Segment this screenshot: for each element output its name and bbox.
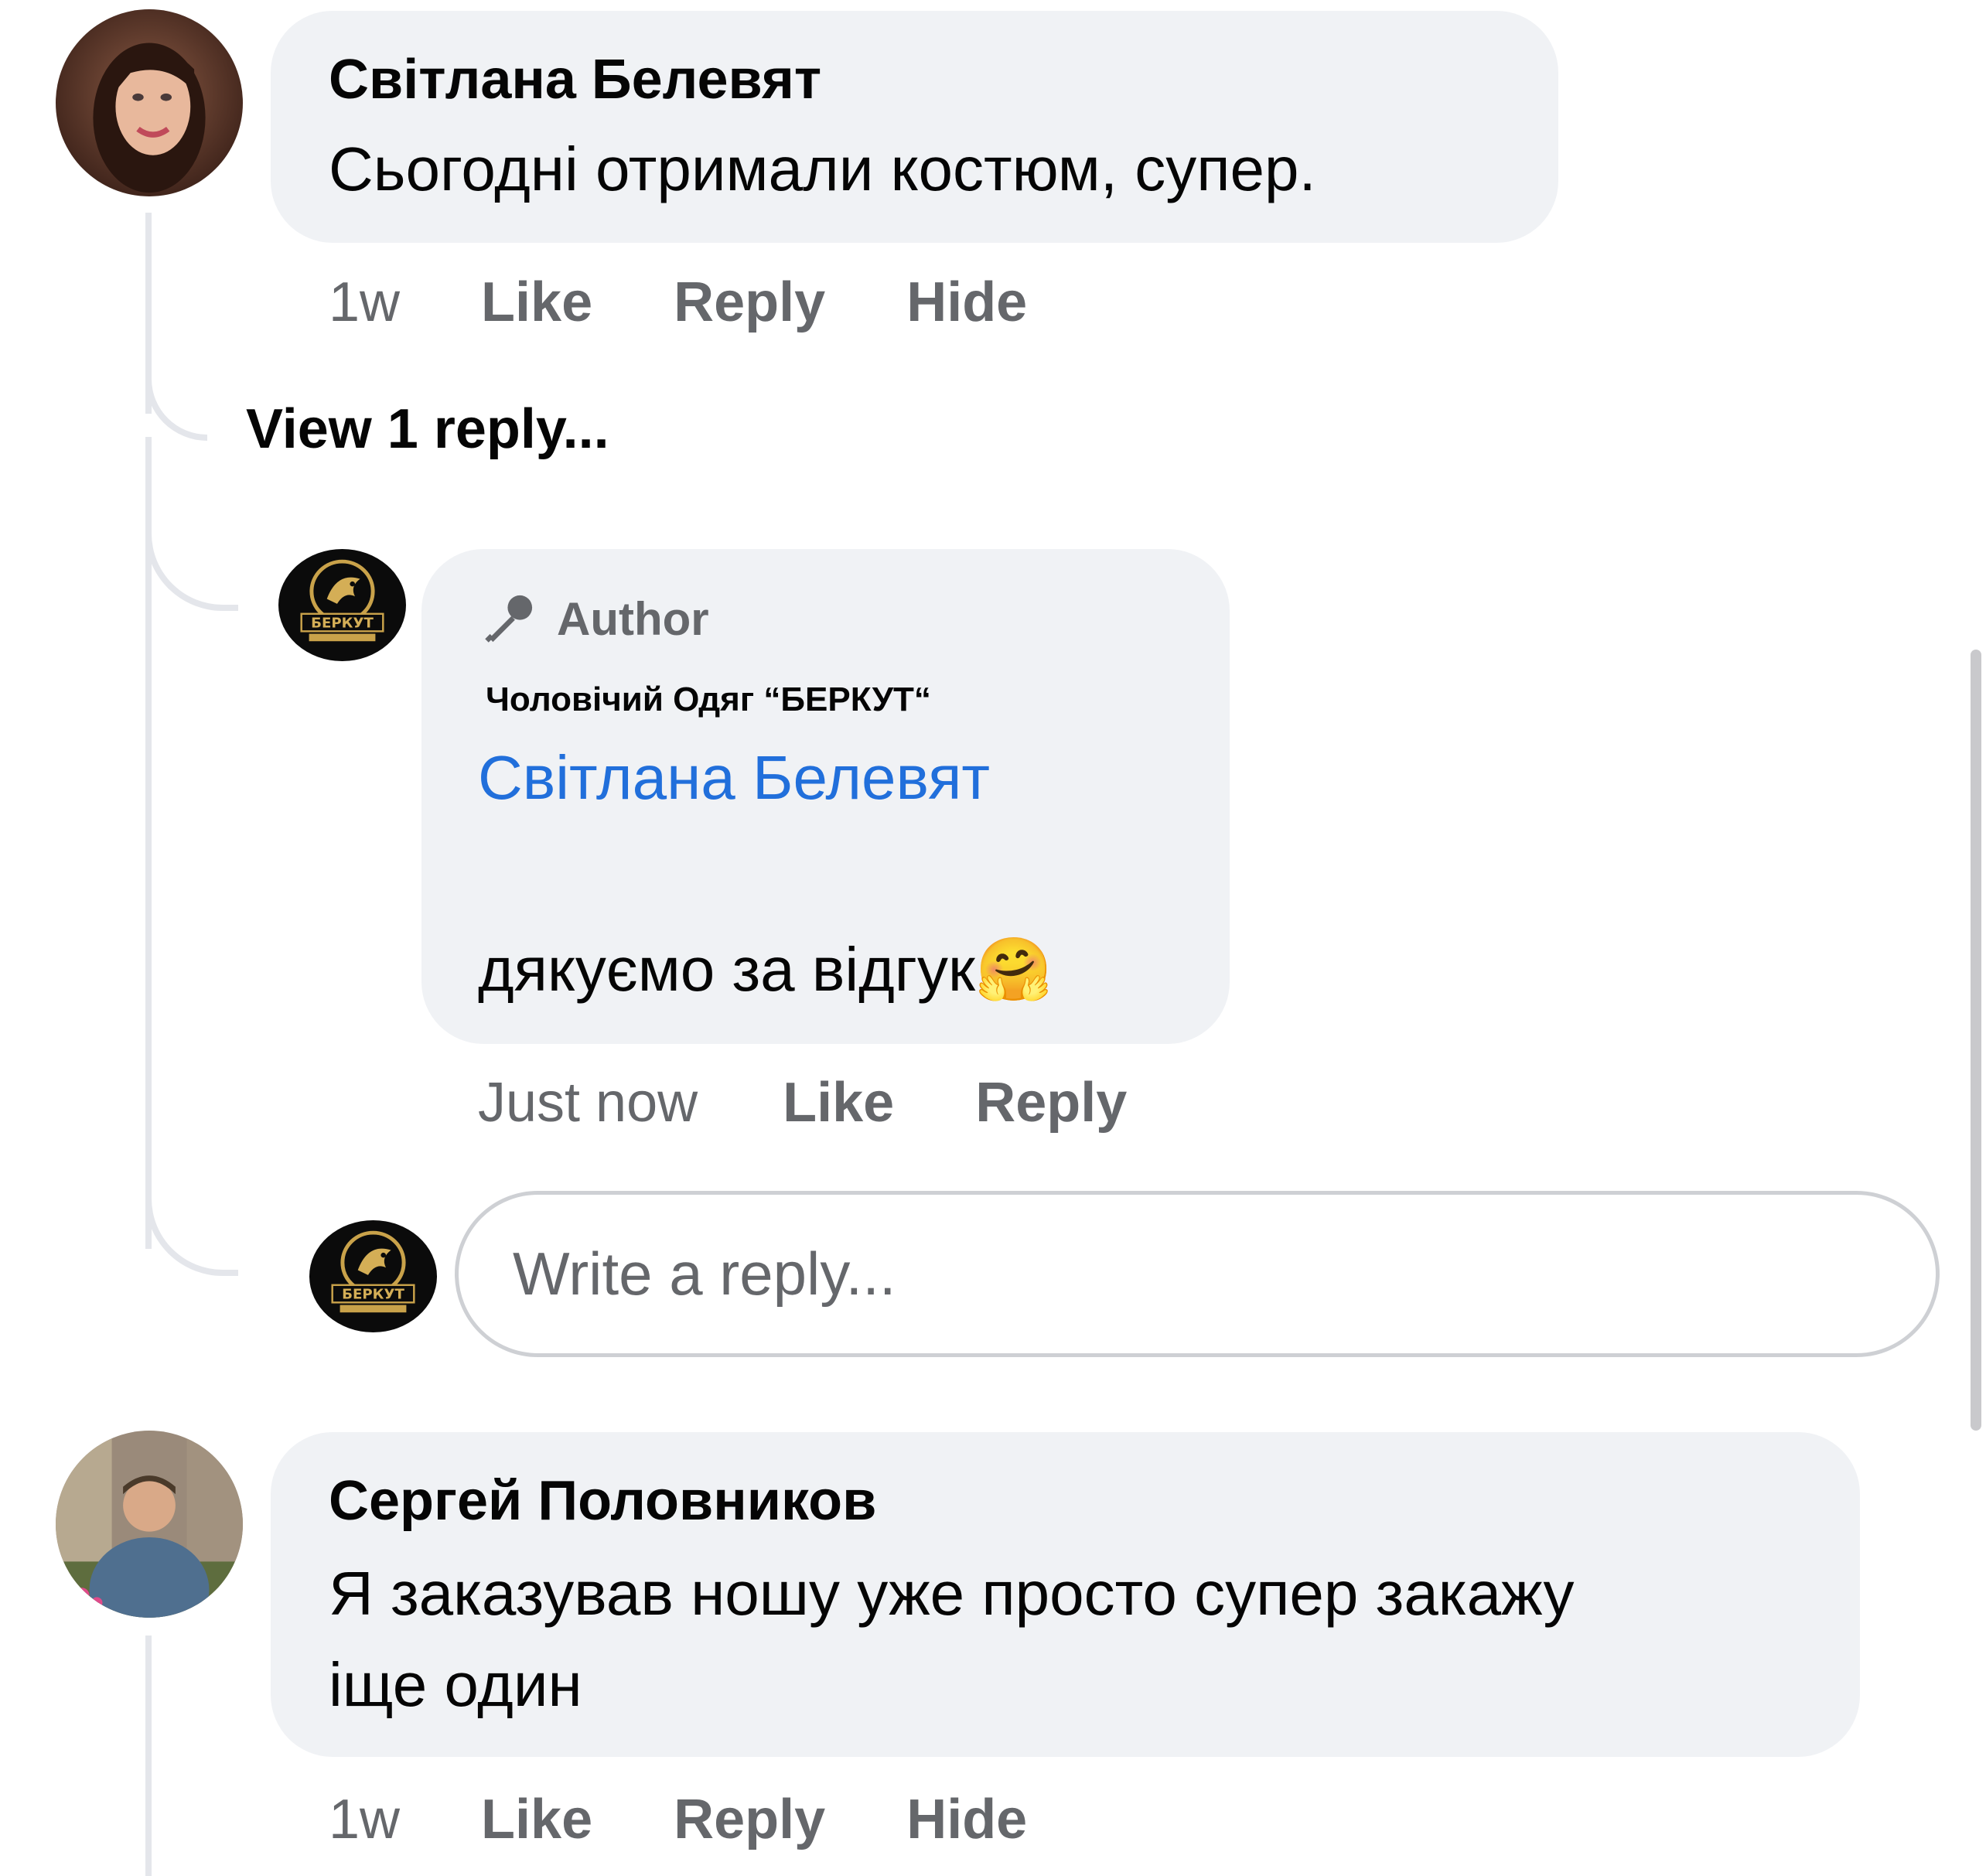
reply-time[interactable]: Just now [478, 1071, 698, 1134]
avatar[interactable] [56, 9, 243, 196]
like-button[interactable]: Like [783, 1071, 894, 1134]
reply-button[interactable]: Reply [674, 271, 825, 334]
reply-actions: Just now Like Reply [478, 1071, 1127, 1134]
reply-button[interactable]: Reply [674, 1788, 825, 1851]
reply-text-body: дякуємо за відгук [478, 935, 975, 1004]
comment-author[interactable]: Світлана Белевят [329, 48, 821, 111]
thread-connector [145, 1191, 238, 1276]
view-replies-link[interactable]: View 1 reply... [246, 397, 609, 461]
hide-button[interactable]: Hide [906, 271, 1027, 334]
page-avatar[interactable]: БЕРКУТ [278, 549, 406, 661]
reply-button[interactable]: Reply [975, 1071, 1127, 1134]
comment-time[interactable]: 1w [329, 271, 400, 334]
mention-link[interactable]: Світлана Белевят [478, 742, 990, 814]
scrollbar[interactable] [1971, 650, 1981, 1431]
reply-author[interactable]: Чоловічий Одяг “БЕРКУТ“ [486, 680, 931, 719]
author-badge: Author [479, 589, 709, 648]
svg-text:БЕРКУТ: БЕРКУТ [342, 1287, 404, 1303]
reply-input[interactable] [455, 1191, 1940, 1357]
comment-text-line: Я заказував ношу уже просто супер закажу [329, 1559, 1575, 1628]
comment-text-line: іще один [329, 1650, 582, 1719]
reply-text: дякуємо за відгук🤗 [478, 924, 1053, 1015]
svg-text:БЕРКУТ: БЕРКУТ [311, 616, 374, 632]
current-user-avatar[interactable]: БЕРКУТ [309, 1220, 437, 1332]
microphone-icon [485, 595, 533, 643]
comment-actions: 1w Like Reply Hide [329, 1788, 1027, 1851]
comment-time[interactable]: 1w [329, 1788, 400, 1851]
hugging-face-emoji: 🤗 [974, 933, 1053, 1005]
thread-connector [145, 526, 238, 611]
like-button[interactable]: Like [481, 271, 592, 334]
thread-line [145, 1636, 152, 1876]
hide-button[interactable]: Hide [906, 1788, 1027, 1851]
like-button[interactable]: Like [481, 1788, 592, 1851]
author-badge-label: Author [557, 592, 709, 645]
thread-connector [145, 363, 207, 441]
comment-author[interactable]: Сергей Половников [329, 1469, 876, 1533]
comment-text: Сьогодні отримали костюм, супер. [329, 135, 1316, 203]
avatar[interactable] [56, 1431, 243, 1618]
comment-actions: 1w Like Reply Hide [329, 271, 1027, 334]
